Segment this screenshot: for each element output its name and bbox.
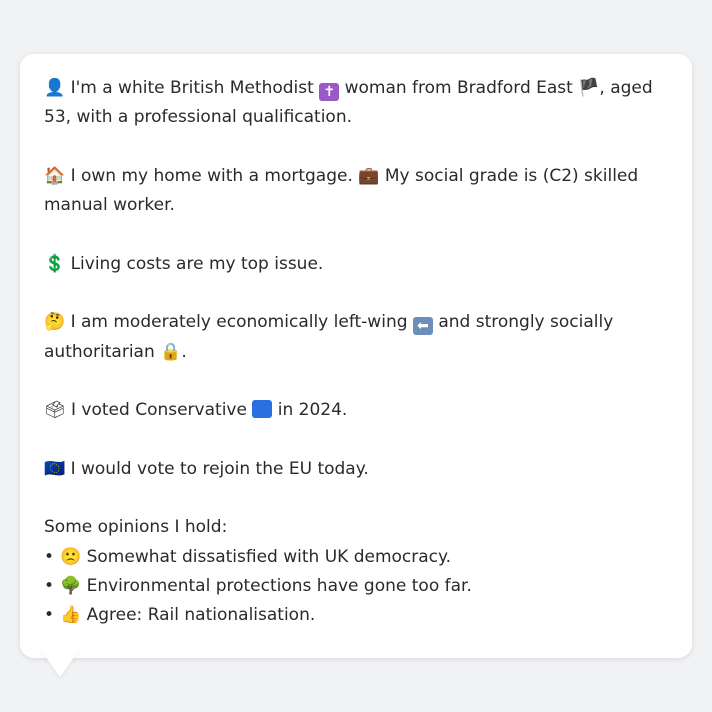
vote-text-a: I voted Conservative bbox=[65, 400, 253, 421]
identity-paragraph: 👤 I'm a white British Methodist ✝ woman … bbox=[44, 74, 668, 133]
vote-text-b: in 2024. bbox=[272, 400, 348, 421]
lock-icon: 🔒 bbox=[160, 341, 182, 362]
ideology-paragraph: 🤔 I am moderately economically left-wing… bbox=[44, 308, 668, 367]
list-item: • 👍 Agree: Rail nationalisation. bbox=[44, 601, 668, 630]
eu-paragraph: 🇪🇺 I would vote to rejoin the EU today. bbox=[44, 455, 668, 484]
opinions-heading: Some opinions I hold: bbox=[44, 517, 228, 538]
top-issue-paragraph: 💲 Living costs are my top issue. bbox=[44, 250, 668, 279]
speech-bubble-tail bbox=[41, 650, 79, 677]
blue-square-icon bbox=[252, 400, 273, 419]
dollar-icon: 💲 bbox=[44, 253, 66, 274]
bullet: • bbox=[44, 546, 55, 567]
briefcase-icon: 💼 bbox=[358, 165, 380, 186]
identity-text-a: I'm a white British Methodist bbox=[65, 78, 320, 98]
identity-text-b: woman from Bradford East bbox=[339, 78, 579, 98]
left-arrow-icon: ⬅ bbox=[412, 317, 433, 336]
list-item: • 🌳 Environmental protections have gone t… bbox=[44, 572, 668, 601]
house-icon: 🏠 bbox=[44, 165, 66, 186]
slightly-frowning-face-icon: 🙁 bbox=[60, 546, 82, 567]
ideology-text-c: . bbox=[181, 341, 187, 362]
opinion-text: Agree: Rail nationalisation. bbox=[81, 605, 316, 626]
thinking-face-icon: 🤔 bbox=[44, 312, 66, 333]
housing-text-a: I own my home with a mortgage. bbox=[65, 165, 359, 186]
bullet: • bbox=[44, 576, 55, 597]
thumbs-up-icon: 👍 bbox=[60, 605, 82, 626]
top-issue-text: Living costs are my top issue. bbox=[65, 253, 324, 274]
eu-flag-icon: 🇪🇺 bbox=[44, 458, 66, 479]
ideology-text-a: I am moderately economically left-wing bbox=[65, 312, 413, 333]
opinions-list: • 🙁 Somewhat dissatisfied with UK democra… bbox=[44, 543, 668, 631]
opinion-text: Environmental protections have gone too … bbox=[81, 576, 472, 597]
housing-paragraph: 🏠 I own my home with a mortgage. 💼 My so… bbox=[44, 162, 668, 221]
opinion-text: Somewhat dissatisfied with UK democracy. bbox=[81, 546, 452, 567]
england-flag-icon: 🏴 bbox=[578, 78, 600, 98]
eu-text: I would vote to rejoin the EU today. bbox=[65, 458, 369, 479]
list-item: • 🙁 Somewhat dissatisfied with UK democra… bbox=[44, 543, 668, 572]
tree-icon: 🌳 bbox=[60, 576, 82, 597]
vote-paragraph: 🗳 I voted Conservative in 2024. bbox=[44, 396, 668, 425]
bullet: • bbox=[44, 605, 55, 626]
message-card: 👤 I'm a white British Methodist ✝ woman … bbox=[20, 54, 692, 658]
person-icon: 👤 bbox=[44, 78, 66, 98]
latin-cross-icon: ✝ bbox=[319, 83, 340, 101]
ballot-box-icon: 🗳 bbox=[44, 400, 66, 421]
